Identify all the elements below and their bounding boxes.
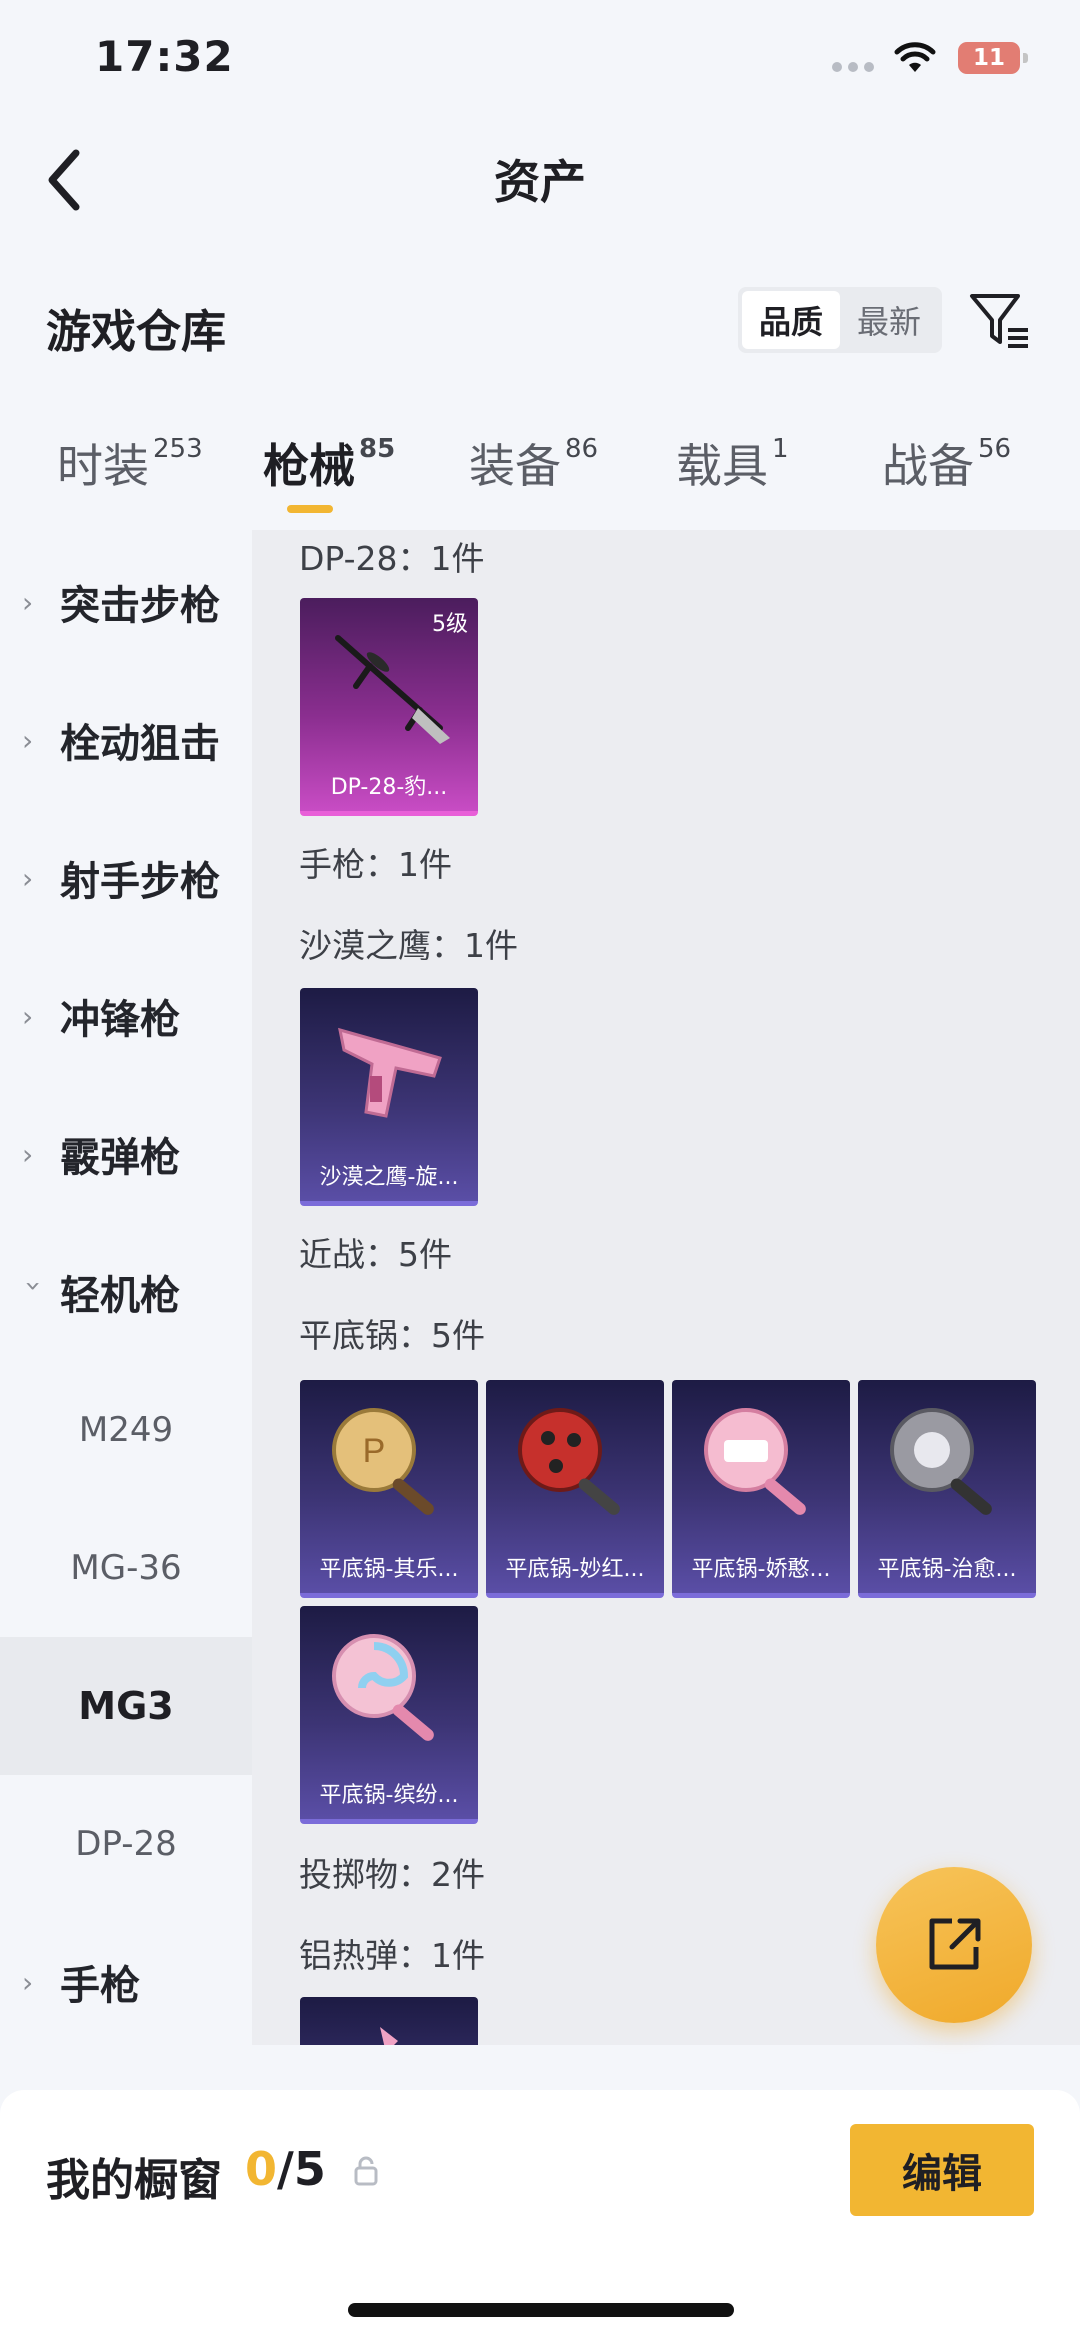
item-card[interactable]: 平底锅-娇憨... bbox=[672, 1380, 850, 1598]
pan-icon bbox=[518, 1408, 620, 1515]
sidebar-subitem-mg36[interactable]: MG-36 bbox=[0, 1499, 252, 1637]
sidebar-item-label: 霰弹枪 bbox=[60, 1135, 180, 1181]
sidebar-item-marksman-rifle[interactable]: › 射手步枪 bbox=[0, 809, 252, 947]
group-label: DP-28：1件 bbox=[299, 539, 485, 578]
sidebar-item-label: 手枪 bbox=[60, 1963, 140, 2009]
item-card[interactable]: 平底锅-妙红... bbox=[486, 1380, 664, 1598]
active-tab-indicator bbox=[287, 505, 333, 513]
tab-count: 1 bbox=[772, 434, 789, 464]
cellular-signal-icon bbox=[832, 62, 874, 72]
showcase-current: 0 bbox=[245, 2142, 278, 2196]
showcase-count: 0/5 bbox=[245, 2142, 326, 2196]
showcase-total: /5 bbox=[277, 2142, 326, 2196]
filter-button[interactable] bbox=[968, 290, 1032, 354]
tab-label: 战备 bbox=[882, 439, 974, 493]
share-button[interactable] bbox=[876, 1867, 1032, 2023]
chevron-right-icon: › bbox=[22, 999, 34, 1033]
item-card[interactable]: 平底锅-治愈... bbox=[858, 1380, 1036, 1598]
page-title: 资产 bbox=[494, 155, 586, 209]
item-name: 平底锅-治愈... bbox=[877, 1557, 1017, 1582]
tab-count: 86 bbox=[565, 434, 599, 464]
sort-quality-option[interactable]: 品质 bbox=[742, 291, 840, 349]
sidebar-item-assault-rifle[interactable]: › 突击步枪 bbox=[0, 533, 252, 671]
tab-label: 装备 bbox=[469, 439, 561, 493]
sidebar-item-smg[interactable]: › 冲锋枪 bbox=[0, 947, 252, 1085]
chevron-right-icon: › bbox=[22, 1137, 34, 1171]
grenade-icon bbox=[380, 2027, 398, 2045]
sidebar-subitem-m249[interactable]: M249 bbox=[0, 1361, 252, 1499]
item-name: 平底锅-妙红... bbox=[505, 1557, 645, 1582]
svg-text:P: P bbox=[363, 1432, 386, 1470]
sidebar-item-bolt-sniper[interactable]: › 栓动狙击 bbox=[0, 671, 252, 809]
sidebar-item-label: 栓动狙击 bbox=[60, 721, 220, 767]
group-label: 沙漠之鹰：1件 bbox=[299, 926, 518, 965]
tab-supplies[interactable]: 战备 56 bbox=[882, 430, 1011, 496]
chevron-right-icon: › bbox=[22, 585, 34, 619]
chevron-right-icon: › bbox=[22, 861, 34, 895]
group-label: 手枪：1件 bbox=[299, 845, 452, 884]
tab-label: 载具 bbox=[676, 439, 768, 493]
group-label: 平底锅：5件 bbox=[299, 1316, 485, 1355]
item-name: 沙漠之鹰-旋... bbox=[319, 1165, 459, 1190]
item-name: 平底锅-娇憨... bbox=[691, 1557, 831, 1582]
tab-count: 85 bbox=[359, 434, 396, 464]
tab-count: 56 bbox=[978, 434, 1012, 464]
sidebar-item-lmg[interactable]: › 轻机枪 bbox=[0, 1223, 252, 1361]
sidebar-subitem-mg3[interactable]: MG3 bbox=[0, 1637, 252, 1775]
showcase-bar: 我的橱窗 0/5 编辑 bbox=[0, 2090, 1080, 2339]
sidebar-item-label: 冲锋枪 bbox=[60, 997, 180, 1043]
sort-latest-option[interactable]: 最新 bbox=[840, 291, 938, 349]
edit-button[interactable]: 编辑 bbox=[850, 2124, 1034, 2216]
pistol-icon bbox=[338, 1027, 442, 1118]
sidebar-item-label: 射手步枪 bbox=[60, 859, 220, 905]
pan-icon: P bbox=[332, 1408, 434, 1515]
category-tabs: 时装 253 枪械 85 装备 86 载具 1 战备 56 bbox=[0, 430, 1080, 530]
item-card[interactable]: P 平底锅-其乐... bbox=[300, 1380, 478, 1598]
pan-icon bbox=[704, 1408, 806, 1515]
item-name: 平底锅-缤纷... bbox=[319, 1783, 459, 1808]
chevron-right-icon: › bbox=[22, 723, 34, 757]
item-card[interactable]: 5级 DP-28-豹... bbox=[300, 598, 478, 816]
wifi-icon bbox=[894, 42, 936, 72]
item-list: DP-28：1件 5级 DP-28-豹... 手枪：1件 沙漠之鹰：1件 沙漠之… bbox=[252, 530, 1080, 2045]
lock-icon bbox=[354, 2156, 378, 2186]
tab-fashion[interactable]: 时装 253 bbox=[57, 430, 203, 496]
item-level: 5级 bbox=[432, 612, 468, 637]
tab-equipment[interactable]: 装备 86 bbox=[469, 430, 598, 496]
pan-icon bbox=[890, 1408, 992, 1515]
sidebar-item-shotgun[interactable]: › 霰弹枪 bbox=[0, 1085, 252, 1223]
group-label: 近战：5件 bbox=[299, 1235, 452, 1274]
item-card[interactable]: 平底锅-缤纷... bbox=[300, 1606, 478, 1824]
battery-icon: 11 bbox=[958, 42, 1028, 74]
showcase-title: 我的橱窗 bbox=[46, 2155, 222, 2206]
sidebar: › 突击步枪 › 栓动狙击 › 射手步枪 › 冲锋枪 › 霰弹枪 › 轻机枪 M249 MG… bbox=[0, 530, 252, 2045]
sort-toggle: 品质 最新 bbox=[738, 287, 942, 353]
share-icon bbox=[929, 1918, 981, 1970]
item-card[interactable]: 沙漠之鹰-旋... bbox=[300, 988, 478, 1206]
tab-count: 253 bbox=[153, 434, 203, 464]
item-name: 平底锅-其乐... bbox=[319, 1557, 459, 1582]
tab-vehicles[interactable]: 载具 1 bbox=[676, 430, 789, 496]
sidebar-item-label: 突击步枪 bbox=[60, 583, 220, 629]
item-card[interactable] bbox=[300, 1997, 478, 2045]
tab-label: 时装 bbox=[57, 439, 149, 493]
warehouse-title: 游戏仓库 bbox=[46, 305, 227, 358]
home-indicator bbox=[348, 2303, 734, 2317]
sidebar-subitem-dp28[interactable]: DP-28 bbox=[0, 1775, 252, 1913]
filter-icon bbox=[970, 294, 1028, 348]
chevron-right-icon: › bbox=[22, 1965, 34, 1999]
sidebar-item-label: 轻机枪 bbox=[60, 1273, 180, 1319]
tab-label: 枪械 bbox=[263, 439, 355, 493]
sidebar-item-pistol[interactable]: › 手枪 bbox=[0, 1913, 252, 2051]
status-bar: 17:32 11 bbox=[0, 0, 1080, 120]
status-time: 17:32 bbox=[95, 32, 234, 81]
pan-icon bbox=[332, 1634, 434, 1741]
item-name: DP-28-豹... bbox=[330, 775, 448, 800]
group-label: 铝热弹：1件 bbox=[299, 1936, 485, 1975]
chevron-down-icon: › bbox=[17, 1280, 51, 1292]
group-label: 投掷物：2件 bbox=[299, 1855, 485, 1894]
tab-firearms[interactable]: 枪械 85 bbox=[263, 430, 395, 496]
